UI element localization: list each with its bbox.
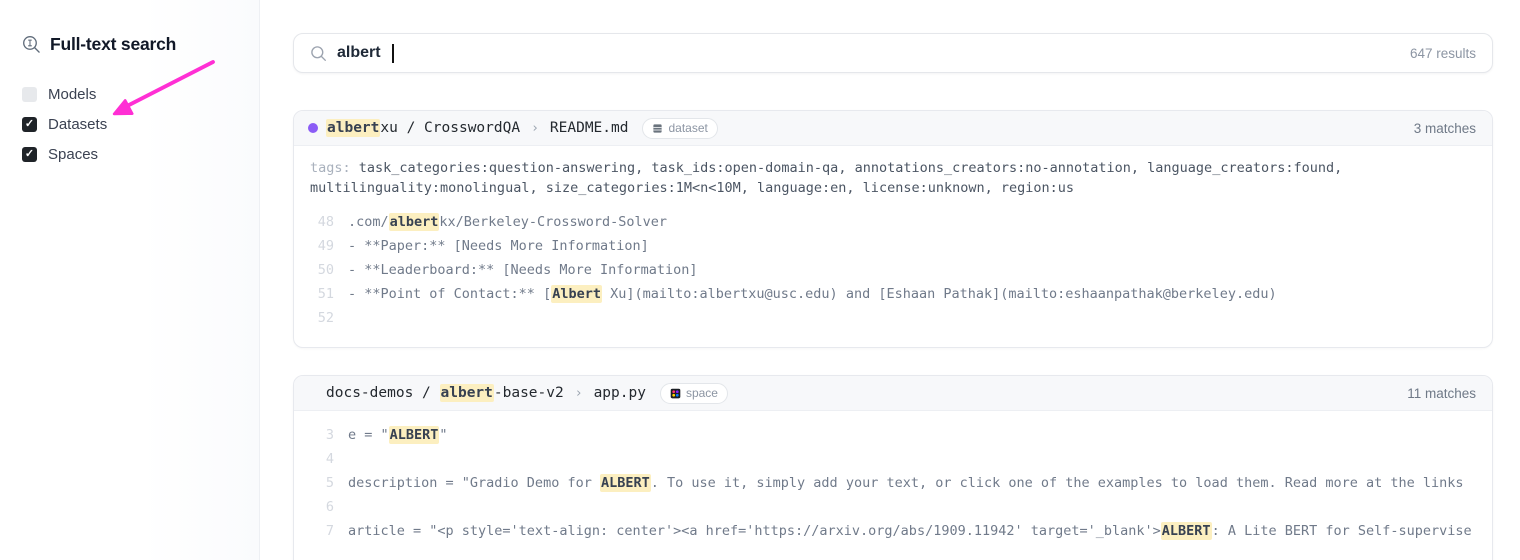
filter-models[interactable]: Models bbox=[22, 86, 259, 102]
line-content bbox=[348, 495, 1476, 519]
code-line: 48 .com/albertkx/Berkeley-Crossword-Solve… bbox=[310, 210, 1476, 234]
text-caret bbox=[392, 44, 394, 63]
line-number: 3 bbox=[310, 423, 334, 447]
line-content: e = "ALBERT" bbox=[348, 423, 1476, 447]
code-line: 50 - **Leaderboard:** [Needs More Informa… bbox=[310, 258, 1476, 282]
sidebar: Full-text search Models Datasets Spaces bbox=[0, 0, 260, 560]
card-header: docs-demos / albert-base-v2 › app.py spa… bbox=[294, 376, 1492, 411]
breadcrumb-separator: › bbox=[531, 121, 539, 136]
code-line: 3 e = "ALBERT" bbox=[310, 423, 1476, 447]
app: Full-text search Models Datasets Spaces bbox=[0, 0, 1520, 560]
main-content: albert 647 results albertxu / CrosswordQ… bbox=[260, 0, 1520, 560]
line-content bbox=[348, 447, 1476, 471]
card-body: tags: task_categories:question-answering… bbox=[294, 146, 1492, 347]
filter-label-models: Models bbox=[48, 86, 96, 103]
filter-label-datasets: Datasets bbox=[48, 116, 107, 133]
code-excerpt: 3 e = "ALBERT" 4 5 description = "Gradio D… bbox=[310, 423, 1476, 543]
line-content: article = "<p style='text-align: center'… bbox=[348, 519, 1476, 543]
code-line: 51 - **Point of Contact:** [Albert Xu](ma… bbox=[310, 282, 1476, 306]
spaces-checkbox[interactable] bbox=[22, 147, 37, 162]
filter-datasets[interactable]: Datasets bbox=[22, 116, 259, 132]
match-count: 11 matches bbox=[1407, 386, 1476, 401]
line-content: description = "Gradio Demo for ALBERT. T… bbox=[348, 471, 1476, 495]
fulltext-search-icon bbox=[22, 35, 41, 54]
line-number: 49 bbox=[310, 234, 334, 258]
dataset-icon bbox=[652, 123, 663, 134]
code-line: 6 bbox=[310, 495, 1476, 519]
sidebar-title-row: Full-text search bbox=[22, 34, 259, 55]
line-content: - **Paper:** [Needs More Information] bbox=[348, 234, 1476, 258]
code-line: 5 description = "Gradio Demo for ALBERT. … bbox=[310, 471, 1476, 495]
repo-path[interactable]: albertxu / CrosswordQA bbox=[326, 120, 520, 136]
line-number: 5 bbox=[310, 471, 334, 495]
line-number: 48 bbox=[310, 210, 334, 234]
tags-row: tags: task_categories:question-answering… bbox=[310, 158, 1476, 198]
line-content: - **Leaderboard:** [Needs More Informati… bbox=[348, 258, 1476, 282]
card-body: 3 e = "ALBERT" 4 5 description = "Gradio D… bbox=[294, 411, 1492, 560]
result-card-dataset: albertxu / CrosswordQA › README.md datas… bbox=[293, 110, 1493, 348]
page-title: Full-text search bbox=[50, 34, 176, 55]
repo-path[interactable]: docs-demos / albert-base-v2 bbox=[326, 385, 564, 401]
line-number: 51 bbox=[310, 282, 334, 306]
result-card-space: docs-demos / albert-base-v2 › app.py spa… bbox=[293, 375, 1493, 560]
line-content: .com/albertkx/Berkeley-Crossword-Solver bbox=[348, 210, 1476, 234]
line-content: - **Point of Contact:** [Albert Xu](mail… bbox=[348, 282, 1476, 306]
line-number: 6 bbox=[310, 495, 334, 519]
code-line: 52 bbox=[310, 306, 1476, 330]
filter-spaces[interactable]: Spaces bbox=[22, 146, 259, 162]
breadcrumb-separator: › bbox=[575, 386, 583, 401]
space-icon bbox=[670, 388, 681, 399]
search-input[interactable]: albert bbox=[337, 44, 381, 62]
repo-type-badge: space bbox=[660, 383, 728, 404]
match-count: 3 matches bbox=[1414, 121, 1476, 136]
badge-label: space bbox=[686, 386, 718, 400]
line-number: 7 bbox=[310, 519, 334, 543]
search-icon bbox=[310, 45, 327, 62]
card-header: albertxu / CrosswordQA › README.md datas… bbox=[294, 111, 1492, 146]
tags-label: tags: bbox=[310, 160, 351, 176]
code-line: 4 bbox=[310, 447, 1476, 471]
code-line: 7 article = "<p style='text-align: center… bbox=[310, 519, 1476, 543]
repo-avatar bbox=[308, 123, 318, 133]
models-checkbox[interactable] bbox=[22, 87, 37, 102]
datasets-checkbox[interactable] bbox=[22, 117, 37, 132]
badge-label: dataset bbox=[668, 121, 707, 135]
file-name[interactable]: README.md bbox=[550, 120, 629, 136]
line-number: 52 bbox=[310, 306, 334, 330]
line-content bbox=[348, 306, 1476, 330]
code-line: 49 - **Paper:** [Needs More Information] bbox=[310, 234, 1476, 258]
line-number: 4 bbox=[310, 447, 334, 471]
results-count: 647 results bbox=[1410, 46, 1476, 61]
repo-type-badge: dataset bbox=[642, 118, 717, 139]
tags-value: task_categories:question-answering, task… bbox=[310, 160, 1342, 196]
search-bar[interactable]: albert 647 results bbox=[293, 33, 1493, 73]
line-number: 50 bbox=[310, 258, 334, 282]
filter-label-spaces: Spaces bbox=[48, 146, 98, 163]
code-excerpt: 48 .com/albertkx/Berkeley-Crossword-Solve… bbox=[310, 210, 1476, 330]
file-name[interactable]: app.py bbox=[594, 385, 646, 401]
